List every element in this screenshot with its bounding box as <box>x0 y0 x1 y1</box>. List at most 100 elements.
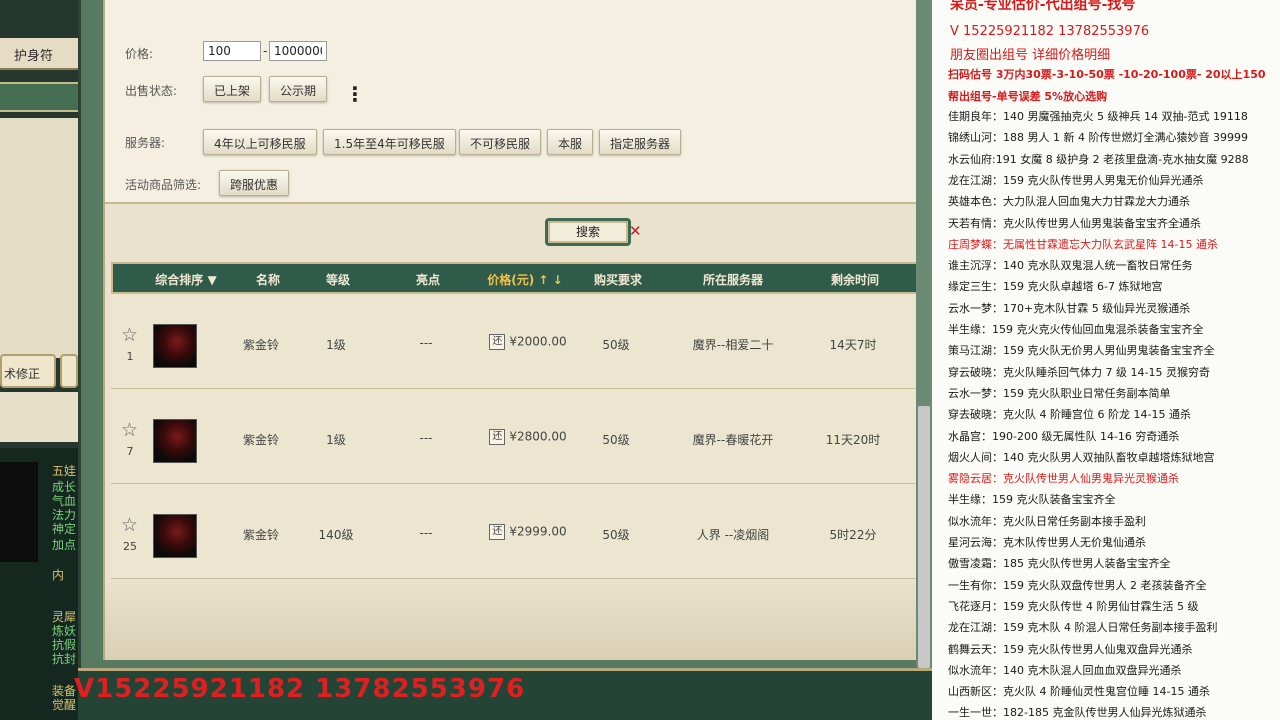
ad-line: 庄周梦蝶：无属性甘霖遗忘大力队玄武星阵 14-15 通杀 <box>948 237 1218 251</box>
ad-line: 飞花逐月：159 克火队传世 4 阶男仙甘霖生活 5 级 <box>948 599 1199 613</box>
ad-line: 云水一梦：159 克火队职业日常任务副本简单 <box>948 386 1171 400</box>
price-value: ¥2000.00 <box>509 334 567 349</box>
ad-line: 谁主沉浮：140 克水队双鬼混人统一畜牧日常任务 <box>948 259 1193 273</box>
server-this-button[interactable]: 本服 <box>547 129 594 155</box>
ad-line: 山西新区：克火队 4 阶睡仙灵性鬼宫位睡 14-15 通杀 <box>948 685 1210 699</box>
server-1-5y-button[interactable]: 1.5年至4年可移民服 <box>323 129 456 155</box>
item-highlight: --- <box>419 526 433 540</box>
ad-line: 一生有你：159 克火队双盘传世男人 2 老孩装备齐全 <box>948 578 1207 592</box>
ad-line: 水晶宫：190-200 级无属性队 14-16 穷奇通杀 <box>948 429 1180 443</box>
sale-status-label: 出售状态: <box>125 84 178 98</box>
ad-line: 傲雪凌霜：185 克火队传世男人装备宝宝齐全 <box>948 557 1171 571</box>
tab-amulet[interactable]: 护身符 <box>14 45 53 64</box>
ad-header-line: V 15225921182 13782553976 <box>950 24 1150 39</box>
stat-label: 法力 <box>52 508 77 522</box>
item-highlight: --- <box>419 336 433 350</box>
scrollbar-thumb[interactable] <box>918 406 930 668</box>
tab-extra[interactable] <box>60 354 78 388</box>
ad-line: 穿云破晓：克火队睡杀回气体力 7 级 14-15 灵猴穷奇 <box>948 365 1210 379</box>
header-band <box>0 82 78 112</box>
search-button[interactable]: 搜索 <box>545 218 631 246</box>
ad-line: 龙在江湖：159 克火队传世男人男鬼无价仙异光通杀 <box>948 173 1204 187</box>
item-icon[interactable] <box>153 324 197 368</box>
ad-line: 穿去破晓：克火队 4 阶睡宫位 6 阶龙 14-15 通杀 <box>948 408 1191 422</box>
ad-line: 一生一世：182-185 克金队传世男人仙异光炼狱通杀 <box>948 706 1207 720</box>
ad-line: 鹤舞云天：159 克火队传世男人仙鬼双盘异光通杀 <box>948 642 1193 656</box>
tab-skill-fix[interactable]: 术修正 <box>0 354 56 388</box>
stat-label: 神定 <box>52 522 77 536</box>
stat-label: 五娃 <box>52 464 77 478</box>
ad-header-line: 帮出组号-单号误差 5%放心选购 <box>948 90 1108 103</box>
stat-label: 加点 <box>52 538 77 552</box>
sort-header[interactable]: 综合排序 ▼ <box>151 271 221 288</box>
stat-label: 抗封 <box>52 652 77 666</box>
bargain-icon[interactable]: 还 <box>489 524 506 540</box>
cross-server-discount-button[interactable]: 跨服优惠 <box>219 170 290 196</box>
table-header: 综合排序 ▼ 名称 等级 亮点 价格(元) ↑ ↓ 购买要求 所在服务器 剩余时… <box>111 262 921 294</box>
table-row[interactable]: ☆ 1 紫金铃 1级 --- 还 ¥2000.00 50级 魔界--相爱二十 14… <box>111 294 921 389</box>
ad-line: 缘定三生：159 克火队卓越塔 6-7 炼狱地宫 <box>948 280 1163 294</box>
highlight-header: 亮点 <box>415 273 440 287</box>
item-server: 人界 --凌烟阁 <box>696 528 770 542</box>
level-header: 等级 <box>325 273 350 287</box>
bargain-icon[interactable]: 还 <box>489 429 506 445</box>
item-level: 140级 <box>318 528 354 542</box>
ad-line: 似水流年：140 克木队混人回血血双盘异光通杀 <box>948 663 1182 677</box>
side-content-2 <box>0 392 78 442</box>
background-landscape <box>105 580 921 660</box>
price-header[interactable]: 价格(元) ↑ ↓ <box>483 271 567 288</box>
server-4y-button[interactable]: 4年以上可移民服 <box>203 129 317 155</box>
stat-label: 成长 <box>52 480 77 494</box>
bargain-icon[interactable]: 还 <box>489 334 506 350</box>
ad-line: 水云仙府:191 女魔 8 级护身 2 老孩里盘滴-克水抽女魔 9288 <box>948 152 1249 166</box>
market-panel: 价格: - 出售状态: 已上架 公示期 ⋮ 服务器: 4年以上可移民服 1.5年… <box>103 0 921 660</box>
server-label: 服务器: <box>125 136 166 150</box>
item-price: 还 ¥2800.00 <box>483 429 573 445</box>
price-value: ¥2800.00 <box>509 429 567 444</box>
stat-label: 炼妖 <box>52 624 77 638</box>
time-left-header: 剩余时间 <box>830 273 879 287</box>
table-row[interactable]: ☆ 7 紫金铃 1级 --- 还 ¥2800.00 50级 魔界--春暖花开 11… <box>111 389 921 484</box>
more-options-icon[interactable]: ⋮ <box>345 82 365 106</box>
price-separator: - <box>263 44 268 58</box>
stat-label: 觉醒 <box>52 698 77 712</box>
item-requirement: 50级 <box>602 338 630 352</box>
ad-line: 天若有情：克火队传世男人仙男鬼装备宝宝齐全通杀 <box>948 216 1201 230</box>
favorite-star-icon[interactable]: ☆ <box>121 419 138 441</box>
item-price: 还 ¥2000.00 <box>483 334 573 350</box>
item-level: 1级 <box>326 338 346 352</box>
tab-bar: 护身符 <box>0 38 78 70</box>
stat-label: 内 <box>52 568 65 582</box>
results-table: 综合排序 ▼ 名称 等级 亮点 价格(元) ↑ ↓ 购买要求 所在服务器 剩余时… <box>111 262 921 580</box>
item-requirement: 50级 <box>602 433 630 447</box>
market-window: 价格: - 出售状态: 已上架 公示期 ⋮ 服务器: 4年以上可移民服 1.5年… <box>78 0 921 668</box>
ad-line: 星河云海：克木队传世男人无价鬼仙通杀 <box>948 536 1146 549</box>
ad-line: 佳期良年：140 男魔强抽克火 5 级神兵 14 双抽-范式 19118 <box>948 110 1248 123</box>
ad-line: 云水一梦：170+克木队甘霖 5 级仙异光灵猴通杀 <box>948 301 1191 315</box>
item-icon[interactable] <box>153 514 197 558</box>
price-max-input[interactable] <box>269 41 327 61</box>
game-side-panel: 护身符 术修正 五娃 成长 气血 法力 神定 加点 内 灵犀 炼妖 抗假 抗封 … <box>0 0 78 720</box>
ad-header-line: 呆员-专业估价-代出组号-找号 <box>950 0 1136 13</box>
price-min-input[interactable] <box>203 41 261 61</box>
name-header: 名称 <box>255 273 280 287</box>
status-listed-button[interactable]: 已上架 <box>203 76 262 102</box>
ad-line: 半生缘：159 克火克火传仙回血鬼混杀装备宝宝齐全 <box>948 323 1204 336</box>
pet-avatar[interactable] <box>0 462 38 562</box>
table-row[interactable]: ☆ 25 紫金铃 140级 --- 还 ¥2999.00 50级 人界 --凌烟阁… <box>111 484 921 579</box>
server-specify-button[interactable]: 指定服务器 <box>599 129 682 155</box>
close-icon[interactable]: ✕ <box>629 222 642 240</box>
status-public-button[interactable]: 公示期 <box>269 76 328 102</box>
price-value: ¥2999.00 <box>509 524 567 539</box>
ad-line: 策马江湖：159 克火队无价男人男仙男鬼装备宝宝齐全 <box>948 344 1215 358</box>
favorite-star-icon[interactable]: ☆ <box>121 514 138 536</box>
item-time-left: 14天7时 <box>829 338 877 352</box>
favorite-star-icon[interactable]: ☆ <box>121 324 138 346</box>
item-name: 紫金铃 <box>242 528 279 542</box>
side-content <box>0 118 78 358</box>
watermark-text: V15225921182 13782553976 <box>74 674 526 704</box>
stat-label: 抗假 <box>52 638 77 652</box>
item-icon[interactable] <box>153 419 197 463</box>
item-price: 还 ¥2999.00 <box>483 524 573 540</box>
server-no-migrate-button[interactable]: 不可移民服 <box>459 129 542 155</box>
